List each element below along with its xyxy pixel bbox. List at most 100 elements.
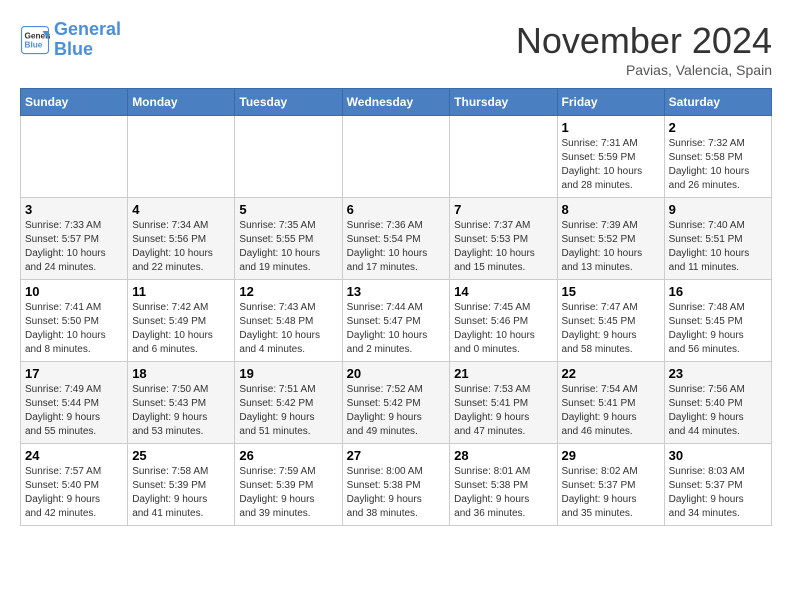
- calendar-day-cell: 27 Sunrise: 8:00 AM Sunset: 5:38 PM Dayli…: [342, 444, 450, 526]
- day-info: Sunrise: 7:52 AM Sunset: 5:42 PM Dayligh…: [347, 383, 446, 439]
- calendar-day-cell: 5 Sunrise: 7:35 AM Sunset: 5:55 PM Daylig…: [235, 198, 342, 280]
- day-info: Sunrise: 8:00 AM Sunset: 5:38 PM Dayligh…: [347, 465, 446, 521]
- day-info: Sunrise: 8:03 AM Sunset: 5:37 PM Dayligh…: [669, 465, 767, 521]
- day-info: Sunrise: 7:44 AM Sunset: 5:47 PM Dayligh…: [347, 301, 446, 357]
- calendar-day-cell: 30 Sunrise: 8:03 AM Sunset: 5:37 PM Dayli…: [664, 444, 771, 526]
- calendar-day-cell: 17 Sunrise: 7:49 AM Sunset: 5:44 PM Dayli…: [21, 362, 128, 444]
- calendar-week-row: 1 Sunrise: 7:31 AM Sunset: 5:59 PM Daylig…: [21, 116, 772, 198]
- calendar-day-cell: 7 Sunrise: 7:37 AM Sunset: 5:53 PM Daylig…: [450, 198, 557, 280]
- calendar-header: SundayMondayTuesdayWednesdayThursdayFrid…: [21, 89, 772, 116]
- calendar-day-cell: 26 Sunrise: 7:59 AM Sunset: 5:39 PM Dayli…: [235, 444, 342, 526]
- day-info: Sunrise: 7:40 AM Sunset: 5:51 PM Dayligh…: [669, 219, 767, 275]
- logo-text: GeneralBlue: [54, 20, 121, 60]
- calendar-day-cell: 22 Sunrise: 7:54 AM Sunset: 5:41 PM Dayli…: [557, 362, 664, 444]
- day-number: 9: [669, 202, 767, 217]
- calendar-day-cell: [342, 116, 450, 198]
- day-number: 1: [562, 120, 660, 135]
- day-info: Sunrise: 7:58 AM Sunset: 5:39 PM Dayligh…: [132, 465, 230, 521]
- day-number: 22: [562, 366, 660, 381]
- weekday-header: Tuesday: [235, 89, 342, 116]
- calendar-day-cell: [21, 116, 128, 198]
- calendar-day-cell: 4Sunrise: 7:34 AM Sunset: 5:56 PM Daylig…: [128, 198, 235, 280]
- day-number: 8: [562, 202, 660, 217]
- calendar-day-cell: 11 Sunrise: 7:42 AM Sunset: 5:49 PM Dayli…: [128, 280, 235, 362]
- day-number: 14: [454, 284, 552, 299]
- day-info: Sunrise: 7:50 AM Sunset: 5:43 PM Dayligh…: [132, 383, 230, 439]
- day-info: Sunrise: 7:53 AM Sunset: 5:41 PM Dayligh…: [454, 383, 552, 439]
- day-number: 18: [132, 366, 230, 381]
- day-number: 27: [347, 448, 446, 463]
- day-info: Sunrise: 7:56 AM Sunset: 5:40 PM Dayligh…: [669, 383, 767, 439]
- calendar-table: SundayMondayTuesdayWednesdayThursdayFrid…: [20, 88, 772, 526]
- calendar-body: 1 Sunrise: 7:31 AM Sunset: 5:59 PM Daylig…: [21, 116, 772, 526]
- location-subtitle: Pavias, Valencia, Spain: [516, 62, 772, 78]
- day-info: Sunrise: 7:31 AM Sunset: 5:59 PM Dayligh…: [562, 137, 660, 193]
- day-number: 23: [669, 366, 767, 381]
- weekday-header: Friday: [557, 89, 664, 116]
- day-number: 12: [239, 284, 337, 299]
- day-info: Sunrise: 7:34 AM Sunset: 5:56 PM Dayligh…: [132, 219, 230, 275]
- calendar-day-cell: 21 Sunrise: 7:53 AM Sunset: 5:41 PM Dayli…: [450, 362, 557, 444]
- day-number: 2: [669, 120, 767, 135]
- svg-text:Blue: Blue: [25, 40, 43, 49]
- day-number: 29: [562, 448, 660, 463]
- day-info: Sunrise: 7:59 AM Sunset: 5:39 PM Dayligh…: [239, 465, 337, 521]
- day-number: 17: [25, 366, 123, 381]
- day-info: Sunrise: 7:32 AM Sunset: 5:58 PM Dayligh…: [669, 137, 767, 193]
- day-number: 24: [25, 448, 123, 463]
- calendar-day-cell: [128, 116, 235, 198]
- calendar-day-cell: 8 Sunrise: 7:39 AM Sunset: 5:52 PM Daylig…: [557, 198, 664, 280]
- calendar-day-cell: 6Sunrise: 7:36 AM Sunset: 5:54 PM Daylig…: [342, 198, 450, 280]
- month-title: November 2024: [516, 20, 772, 62]
- day-number: 10: [25, 284, 123, 299]
- day-number: 21: [454, 366, 552, 381]
- day-info: Sunrise: 7:48 AM Sunset: 5:45 PM Dayligh…: [669, 301, 767, 357]
- calendar-day-cell: 12 Sunrise: 7:43 AM Sunset: 5:48 PM Dayli…: [235, 280, 342, 362]
- day-info: Sunrise: 8:02 AM Sunset: 5:37 PM Dayligh…: [562, 465, 660, 521]
- calendar-day-cell: 16 Sunrise: 7:48 AM Sunset: 5:45 PM Dayli…: [664, 280, 771, 362]
- calendar-day-cell: 28Sunrise: 8:01 AM Sunset: 5:38 PM Dayli…: [450, 444, 557, 526]
- calendar-week-row: 3Sunrise: 7:33 AM Sunset: 5:57 PM Daylig…: [21, 198, 772, 280]
- day-info: Sunrise: 7:35 AM Sunset: 5:55 PM Dayligh…: [239, 219, 337, 275]
- calendar-day-cell: 14 Sunrise: 7:45 AM Sunset: 5:46 PM Dayli…: [450, 280, 557, 362]
- day-info: Sunrise: 7:54 AM Sunset: 5:41 PM Dayligh…: [562, 383, 660, 439]
- calendar-day-cell: 13 Sunrise: 7:44 AM Sunset: 5:47 PM Dayli…: [342, 280, 450, 362]
- calendar-day-cell: [450, 116, 557, 198]
- calendar-day-cell: [235, 116, 342, 198]
- weekday-header: Wednesday: [342, 89, 450, 116]
- day-info: Sunrise: 7:43 AM Sunset: 5:48 PM Dayligh…: [239, 301, 337, 357]
- day-number: 13: [347, 284, 446, 299]
- day-number: 15: [562, 284, 660, 299]
- weekday-header: Monday: [128, 89, 235, 116]
- title-block: November 2024 Pavias, Valencia, Spain: [516, 20, 772, 78]
- calendar-day-cell: 9 Sunrise: 7:40 AM Sunset: 5:51 PM Daylig…: [664, 198, 771, 280]
- day-number: 26: [239, 448, 337, 463]
- calendar-day-cell: 19Sunrise: 7:51 AM Sunset: 5:42 PM Dayli…: [235, 362, 342, 444]
- day-info: Sunrise: 7:47 AM Sunset: 5:45 PM Dayligh…: [562, 301, 660, 357]
- calendar-day-cell: 24 Sunrise: 7:57 AM Sunset: 5:40 PM Dayli…: [21, 444, 128, 526]
- weekday-header: Saturday: [664, 89, 771, 116]
- day-number: 7: [454, 202, 552, 217]
- day-info: Sunrise: 7:57 AM Sunset: 5:40 PM Dayligh…: [25, 465, 123, 521]
- day-info: Sunrise: 7:49 AM Sunset: 5:44 PM Dayligh…: [25, 383, 123, 439]
- weekday-header-row: SundayMondayTuesdayWednesdayThursdayFrid…: [21, 89, 772, 116]
- logo: General Blue GeneralBlue: [20, 20, 121, 60]
- calendar-day-cell: 15 Sunrise: 7:47 AM Sunset: 5:45 PM Dayli…: [557, 280, 664, 362]
- day-number: 11: [132, 284, 230, 299]
- day-info: Sunrise: 7:33 AM Sunset: 5:57 PM Dayligh…: [25, 219, 123, 275]
- day-info: Sunrise: 7:36 AM Sunset: 5:54 PM Dayligh…: [347, 219, 446, 275]
- day-info: Sunrise: 7:45 AM Sunset: 5:46 PM Dayligh…: [454, 301, 552, 357]
- day-number: 5: [239, 202, 337, 217]
- day-info: Sunrise: 7:39 AM Sunset: 5:52 PM Dayligh…: [562, 219, 660, 275]
- calendar-day-cell: 10Sunrise: 7:41 AM Sunset: 5:50 PM Dayli…: [21, 280, 128, 362]
- weekday-header: Sunday: [21, 89, 128, 116]
- day-info: Sunrise: 7:42 AM Sunset: 5:49 PM Dayligh…: [132, 301, 230, 357]
- calendar-day-cell: 3Sunrise: 7:33 AM Sunset: 5:57 PM Daylig…: [21, 198, 128, 280]
- day-number: 28: [454, 448, 552, 463]
- calendar-week-row: 10Sunrise: 7:41 AM Sunset: 5:50 PM Dayli…: [21, 280, 772, 362]
- calendar-day-cell: 25Sunrise: 7:58 AM Sunset: 5:39 PM Dayli…: [128, 444, 235, 526]
- calendar-day-cell: 23 Sunrise: 7:56 AM Sunset: 5:40 PM Dayli…: [664, 362, 771, 444]
- day-number: 30: [669, 448, 767, 463]
- day-number: 16: [669, 284, 767, 299]
- day-info: Sunrise: 7:37 AM Sunset: 5:53 PM Dayligh…: [454, 219, 552, 275]
